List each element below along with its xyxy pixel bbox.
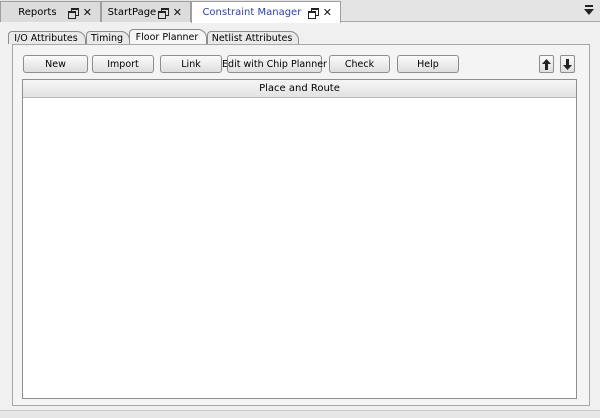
float-window-icon[interactable]	[67, 7, 79, 19]
column-header-place-and-route[interactable]: Place and Route	[23, 80, 576, 98]
arrow-down-icon	[563, 58, 572, 70]
tab-timing-label: Timing	[90, 32, 124, 44]
edit-with-chip-planner-button[interactable]: Edit with Chip Planner	[222, 55, 327, 73]
tab-timing[interactable]: Timing	[86, 31, 130, 44]
tab-io-attributes[interactable]: I/O Attributes	[8, 31, 86, 44]
tab-constraint-manager-label: Constraint Manager	[202, 7, 302, 18]
tab-netlist-attributes[interactable]: Netlist Attributes	[207, 31, 299, 44]
move-up-button[interactable]	[539, 55, 554, 73]
constraint-tab-bar: I/O Attributes Timing Floor Planner Netl…	[8, 29, 592, 44]
float-window-icon[interactable]	[157, 7, 169, 19]
tab-constraint-manager[interactable]: Constraint Manager ✕	[191, 1, 341, 23]
tab-list-menu-icon[interactable]	[584, 5, 594, 17]
tab-reports[interactable]: Reports ✕	[0, 1, 101, 22]
close-icon[interactable]: ✕	[323, 7, 332, 18]
close-icon[interactable]: ✕	[173, 7, 182, 18]
move-down-button[interactable]	[560, 55, 575, 73]
tab-floor-planner-label: Floor Planner	[135, 31, 199, 43]
tab-startpage[interactable]: StartPage ✕	[101, 1, 191, 22]
column-header-label: Place and Route	[259, 83, 340, 94]
import-button[interactable]: Import	[92, 55, 154, 73]
new-button[interactable]: New	[23, 55, 88, 73]
tab-startpage-label: StartPage	[107, 6, 157, 18]
link-button[interactable]: Link	[160, 55, 222, 73]
float-window-icon[interactable]	[307, 8, 319, 19]
tab-reports-label: Reports	[18, 6, 57, 18]
check-button[interactable]: Check	[329, 55, 390, 73]
tab-io-attributes-label: I/O Attributes	[14, 32, 78, 44]
tab-floor-planner[interactable]: Floor Planner	[129, 29, 207, 44]
bottom-border	[0, 410, 600, 418]
floor-planner-panel: New Import Link Edit with Chip Planner C…	[12, 44, 590, 406]
document-tab-bar: Reports ✕ StartPage ✕ Constraint Manager…	[0, 0, 600, 23]
place-and-route-table[interactable]: Place and Route	[22, 79, 577, 399]
tab-netlist-attributes-label: Netlist Attributes	[211, 32, 293, 44]
help-button[interactable]: Help	[397, 55, 459, 73]
close-icon[interactable]: ✕	[83, 7, 92, 18]
arrow-up-icon	[542, 58, 551, 70]
